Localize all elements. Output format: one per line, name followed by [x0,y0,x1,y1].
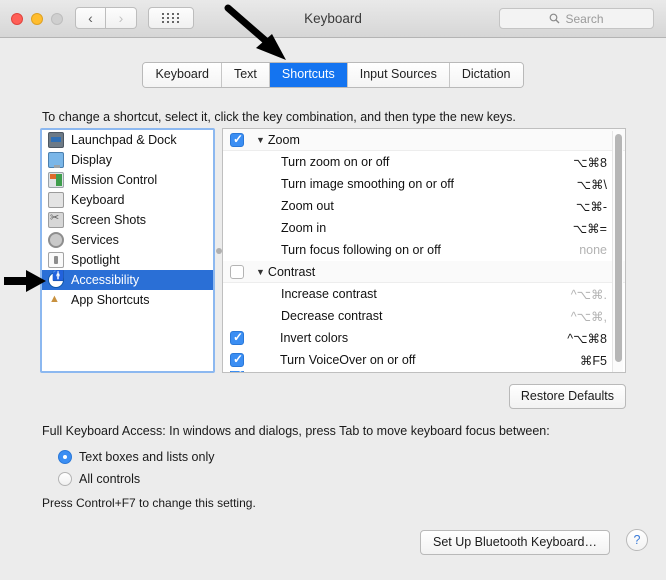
spotlight-icon [48,252,64,268]
shortcut-row[interactable]: Turn zoom on or off ⌥⌘8 [223,151,625,173]
shortcut-key[interactable]: ⌥⌘- [576,199,607,214]
shortcut-group-contrast[interactable]: ▼ Contrast [223,261,625,283]
shortcut-row[interactable]: Zoom out ⌥⌘- [223,195,625,217]
sidebar-item-label: Accessibility [71,273,140,287]
sidebar-item-mission-control[interactable]: Mission Control [42,170,213,190]
sidebar-item-label: Display [71,153,112,167]
sidebar-item-label: Launchpad & Dock [71,133,177,147]
bottom-bar: Set Up Bluetooth Keyboard… ? [0,518,666,580]
shortcut-checkbox[interactable] [230,352,244,367]
shortcut-key[interactable]: ^⌥⌘. [571,287,607,302]
sidebar-item-services[interactable]: Services [42,230,213,250]
shortcut-row[interactable]: Increase contrast ^⌥⌘. [223,283,625,305]
chevron-down-icon[interactable]: ▼ [256,267,265,277]
shortcut-row[interactable]: Turn image smoothing on or off ⌥⌘\ [223,173,625,195]
sidebar-item-label: Screen Shots [71,213,147,227]
shortcut-label: Turn image smoothing on or off [281,177,455,191]
sidebar-item-accessibility[interactable]: Accessibility [42,270,213,290]
shortcut-key[interactable]: ⌥⌘\ [577,177,607,192]
setting-hint-text: Press Control+F7 to change this setting. [42,496,256,510]
radio-label: Text boxes and lists only [79,450,215,464]
sidebar-item-keyboard[interactable]: Keyboard [42,190,213,210]
chevron-down-icon[interactable]: ▼ [256,135,265,145]
tab-bar: Keyboard Text Shortcuts Input Sources Di… [0,62,666,88]
full-keyboard-access-label: Full Keyboard Access: In windows and dia… [42,424,550,438]
mission-control-icon [48,172,64,188]
shortcut-row[interactable]: Decrease contrast ^⌥⌘, [223,305,625,327]
shortcut-label: Turn focus following on or off [281,243,441,257]
restore-defaults-button[interactable]: Restore Defaults [508,384,626,409]
shortcut-label: Zoom in [281,221,327,235]
shortcut-label: Decrease contrast [281,309,383,323]
keyboard-icon [48,192,64,208]
group-checkbox[interactable] [230,132,244,147]
shortcut-label: Zoom out [281,199,334,213]
shortcuts-list[interactable]: ▼ Zoom Turn zoom on or off ⌥⌘8 Turn imag… [222,128,626,373]
search-icon [550,13,560,24]
tab-shortcuts[interactable]: Shortcuts [268,63,347,87]
help-button[interactable]: ? [626,529,648,551]
tab-dictation[interactable]: Dictation [448,63,523,87]
radio-all-controls[interactable]: All controls [58,472,140,486]
tab-keyboard[interactable]: Keyboard [143,63,221,87]
shortcut-label: Turn VoiceOver on or off [280,353,416,367]
group-checkbox[interactable] [230,264,244,279]
instruction-text: To change a shortcut, select it, click t… [42,110,516,124]
list-scrollbar[interactable] [612,131,623,372]
sidebar-item-label: Spotlight [71,253,120,267]
shortcut-key[interactable]: ⌥⌘8 [573,155,607,170]
group-label: Zoom [267,132,300,147]
sidebar-item-label: Mission Control [71,173,158,187]
gear-icon [48,232,64,248]
tab-input-sources[interactable]: Input Sources [346,63,449,87]
title-bar: ‹ › Keyboard Search [0,0,666,38]
shortcut-key[interactable]: ^⌥⌘8 [567,331,607,346]
shortcut-label: Increase contrast [281,287,377,301]
sidebar-item-app-shortcuts[interactable]: App Shortcuts [42,290,213,310]
tab-text[interactable]: Text [220,63,269,87]
shortcut-row[interactable]: Invert colors ^⌥⌘8 [223,327,625,349]
search-input[interactable]: Search [499,8,654,29]
sidebar-item-display[interactable]: Display [42,150,213,170]
shortcuts-pane: To change a shortcut, select it, click t… [0,88,666,518]
shortcut-row[interactable]: Turn focus following on or off none [223,239,625,261]
radio-icon[interactable] [58,450,72,464]
sidebar-item-screen-shots[interactable]: Screen Shots [42,210,213,230]
radio-icon[interactable] [58,472,72,486]
keyboard-preferences-window: ‹ › Keyboard Search Keyboard Text Shortc… [0,0,666,580]
shortcut-key[interactable]: ^⌥⌘, [571,309,607,324]
shortcut-checkbox[interactable] [230,371,244,372]
shortcut-key[interactable]: ⌘F5 [580,353,607,368]
shortcut-key[interactable]: ⌥⌘= [573,221,607,236]
shortcut-label: Invert colors [280,331,349,345]
shortcut-categories-list[interactable]: Launchpad & Dock Display Mission Control… [40,128,215,373]
sidebar-item-label: App Shortcuts [71,293,150,307]
shortcut-key[interactable]: none [579,243,607,257]
scrollbar-thumb[interactable] [615,134,622,362]
app-shortcuts-icon [48,292,64,308]
radio-label: All controls [79,472,141,486]
sidebar-item-label: Services [71,233,119,247]
shortcut-row-partial[interactable] [223,371,625,372]
display-icon [48,152,64,168]
sidebar-item-launchpad-dock[interactable]: Launchpad & Dock [42,130,213,150]
shortcut-label: Turn zoom on or off [281,155,390,169]
set-up-bluetooth-keyboard-button[interactable]: Set Up Bluetooth Keyboard… [420,530,610,555]
shortcut-group-zoom[interactable]: ▼ Zoom [223,129,625,151]
shortcut-row[interactable]: Turn VoiceOver on or off ⌘F5 [223,349,625,371]
sidebar-item-label: Keyboard [71,193,125,207]
screenshots-icon [48,211,64,228]
search-placeholder: Search [565,11,604,26]
sidebar-item-spotlight[interactable]: Spotlight [42,250,213,270]
radio-text-boxes-and-lists-only[interactable]: Text boxes and lists only [58,450,215,464]
launchpad-icon [48,132,64,148]
group-label: Contrast [267,264,316,279]
shortcut-row[interactable]: Zoom in ⌥⌘= [223,217,625,239]
shortcut-checkbox[interactable] [230,330,244,345]
accessibility-icon [48,271,64,288]
